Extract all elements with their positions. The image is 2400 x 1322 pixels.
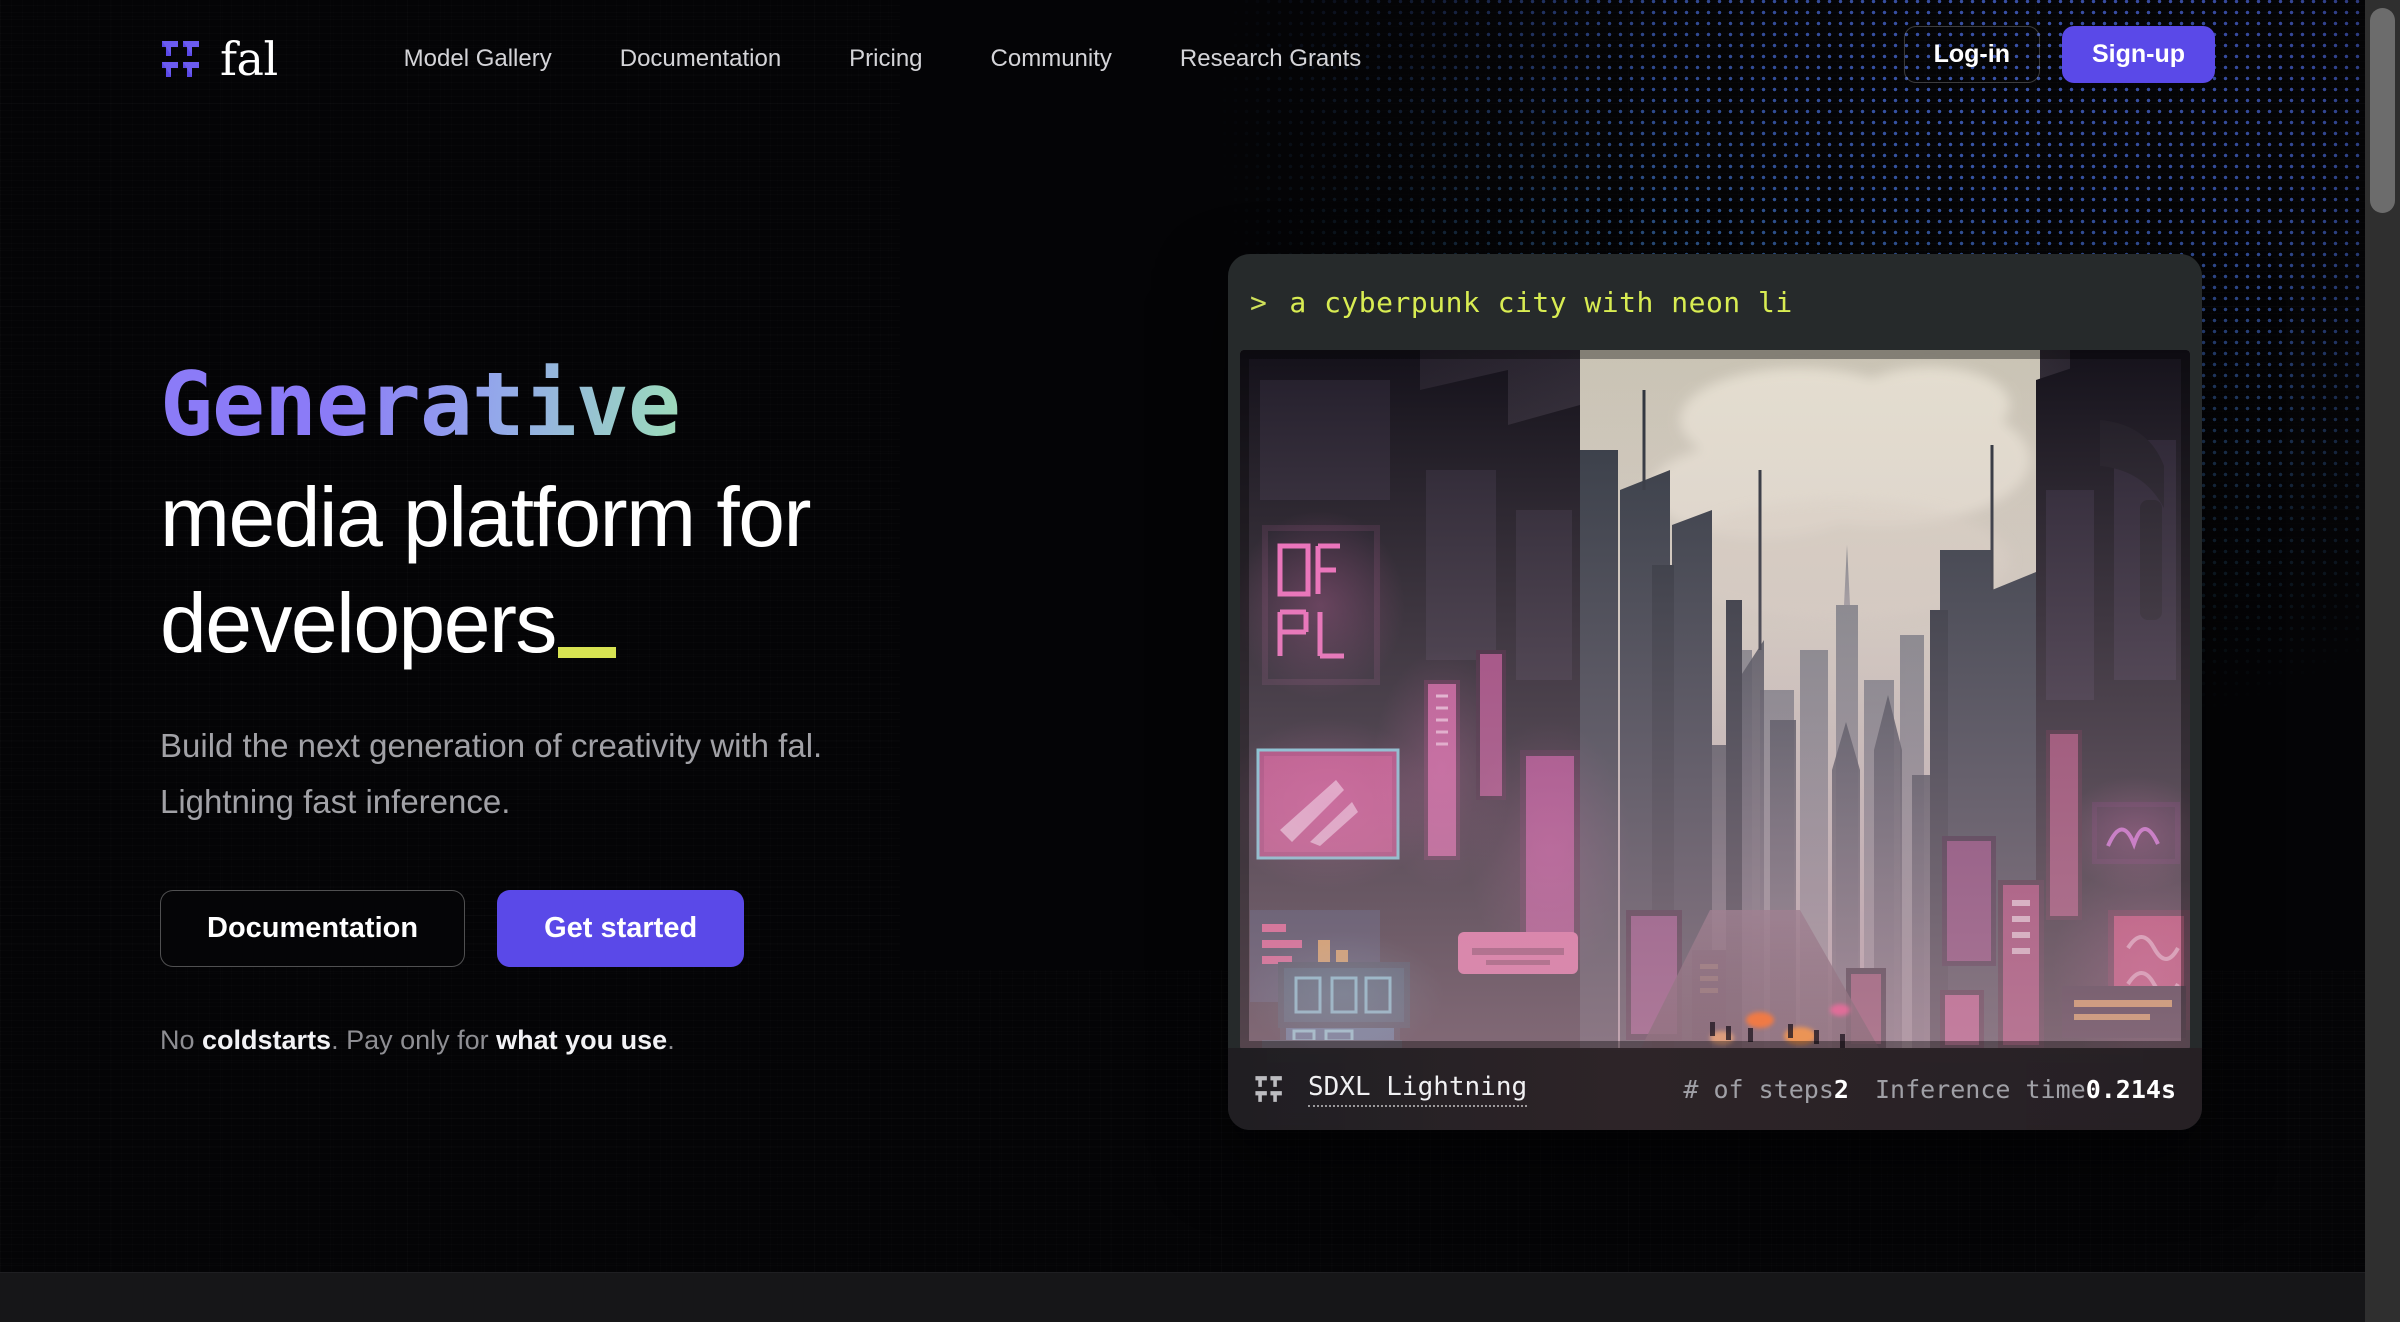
- nav-community[interactable]: Community: [991, 45, 1112, 73]
- steps-value: 2: [1833, 1074, 1849, 1104]
- hero-cta-group: Documentation Get started: [160, 890, 1160, 967]
- vertical-scrollbar[interactable]: [2365, 0, 2400, 1322]
- steps-label: # of steps: [1683, 1074, 1834, 1104]
- page-bottom-strip: [0, 1272, 2365, 1322]
- page-root: fal Model Gallery Documentation Pricing …: [0, 0, 2365, 1322]
- signup-button[interactable]: Sign-up: [2061, 26, 2215, 83]
- demo-card: > a cyberpunk city with neon li SDXL Lig…: [1228, 254, 2202, 1130]
- brand-name: fal: [220, 32, 278, 86]
- login-button[interactable]: Log-in: [1903, 26, 2040, 83]
- nav-model-gallery[interactable]: Model Gallery: [404, 45, 552, 73]
- nav-pricing[interactable]: Pricing: [849, 45, 922, 73]
- nav-research-grants[interactable]: Research Grants: [1180, 45, 1361, 73]
- hero-subtitle-line-1: Build the next generation of creativity …: [160, 727, 823, 764]
- model-info-bar: SDXL Lightning # of steps2 Inference tim…: [1228, 1048, 2202, 1130]
- hero-note-part-2: . Pay only for: [331, 1025, 497, 1055]
- typing-caret-icon: [557, 647, 616, 658]
- headline-line-3: developers: [160, 576, 557, 670]
- get-started-button[interactable]: Get started: [497, 890, 745, 967]
- inference-value: 0.214s: [2085, 1074, 2176, 1104]
- fal-logo-icon: [1254, 1074, 1284, 1104]
- documentation-button[interactable]: Documentation: [160, 890, 466, 967]
- headline-gradient-word: Generative: [160, 346, 1160, 464]
- headline-line-3-wrap: developers: [160, 570, 1160, 676]
- headline-line-2: media platform for: [160, 470, 811, 564]
- hero-subtitle: Build the next generation of creativity …: [160, 718, 1160, 830]
- auth-actions: Log-in Sign-up: [1903, 26, 2215, 83]
- model-stats: # of steps2 Inference time0.214s: [1683, 1075, 2176, 1104]
- scrollbar-thumb[interactable]: [2370, 8, 2395, 213]
- inference-stat: Inference time0.214s: [1875, 1075, 2176, 1104]
- prompt-text: a cyberpunk city with neon li: [1289, 285, 1793, 319]
- hero-note-part-3: .: [667, 1025, 675, 1055]
- hero-note-part-1: No: [160, 1025, 203, 1055]
- hero-subtitle-line-2: Lightning fast inference.: [160, 783, 511, 820]
- prompt-chevron-icon: >: [1250, 285, 1268, 319]
- main-navigation: Model Gallery Documentation Pricing Comm…: [404, 45, 1430, 73]
- model-name[interactable]: SDXL Lightning: [1308, 1072, 1528, 1107]
- site-header: fal Model Gallery Documentation Pricing …: [0, 0, 2365, 118]
- hero-content: Generative media platform for developers…: [160, 346, 1160, 1056]
- steps-stat: # of steps2: [1683, 1075, 1849, 1104]
- page-title: Generative media platform for developers: [160, 346, 1160, 676]
- hero-note-bold-1: coldstarts: [202, 1025, 332, 1055]
- generated-image: [1240, 350, 2190, 1050]
- hero-note-bold-2: what you use: [496, 1025, 668, 1055]
- nav-documentation[interactable]: Documentation: [620, 45, 781, 73]
- hero-note: No coldstarts. Pay only for what you use…: [160, 1025, 1160, 1056]
- brand-logo[interactable]: fal: [160, 32, 278, 86]
- fal-logo-icon: [160, 38, 202, 80]
- inference-label: Inference time: [1874, 1074, 2086, 1104]
- prompt-line[interactable]: > a cyberpunk city with neon li: [1228, 254, 2202, 350]
